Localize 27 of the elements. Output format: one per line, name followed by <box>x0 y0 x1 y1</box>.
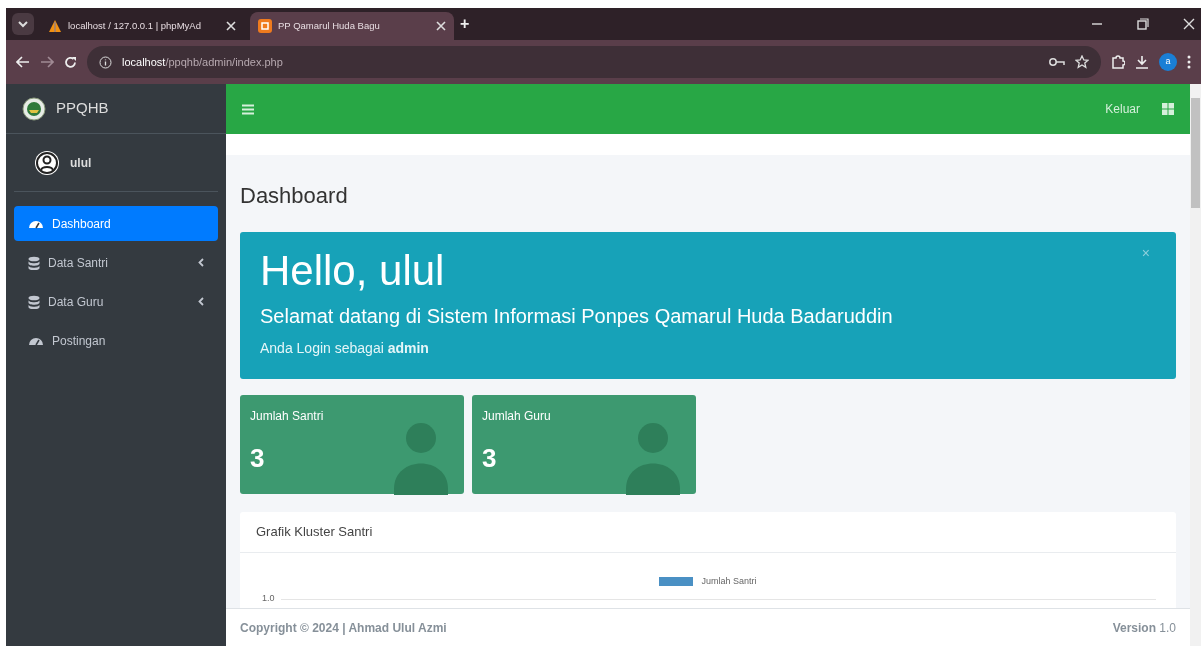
copyright-text: Copyright © 2024 | Ahmad Ulul Azmi <box>240 619 447 637</box>
browser-tab[interactable]: localhost / 127.0.0.1 | phpMyAd <box>40 12 244 40</box>
sidebar-menu-item[interactable]: Postingan <box>14 323 218 358</box>
url-text: localhost/ppqhb/admin/index.php <box>122 54 283 70</box>
tab-title: PP Qamarul Huda Bagu <box>278 18 381 33</box>
address-bar[interactable]: localhost/ppqhb/admin/index.php <box>87 46 1101 78</box>
tab-title: localhost / 127.0.0.1 | phpMyAd <box>68 18 202 33</box>
y-axis-tick: 1.0 <box>262 592 275 606</box>
version-text: Version 1.0 <box>1112 619 1176 637</box>
browser-tab[interactable]: PP Qamarul Huda Bagu <box>250 12 454 40</box>
stat-label: Jumlah Guru <box>482 408 551 426</box>
greeting-heading: Hello, ulul <box>260 246 445 296</box>
profile-avatar[interactable]: a <box>1159 53 1177 71</box>
sidebar-menu-item[interactable]: Dashboard <box>14 206 218 241</box>
user-name[interactable]: ulul <box>70 153 92 172</box>
new-tab-button[interactable]: + <box>460 12 470 36</box>
stat-value: 3 <box>482 442 498 476</box>
stat-label: Jumlah Santri <box>250 408 324 426</box>
card-title: Grafik Kluster Santri <box>240 512 1176 553</box>
brand-name[interactable]: PPQHB <box>56 97 109 120</box>
stat-value: 3 <box>250 442 266 476</box>
sidebar-menu-item[interactable]: Data Santri <box>14 245 218 280</box>
sidebar-menu-item[interactable]: Data Guru <box>14 284 218 319</box>
legend-label: Jumlah Santri <box>701 574 757 588</box>
page-title: Dashboard <box>240 182 349 210</box>
role-text: Anda Login sebagai admin <box>260 339 430 359</box>
welcome-subtitle: Selamat datang di Sistem Informasi Ponpes Qamarul Huda Badaruddin <box>260 304 894 329</box>
